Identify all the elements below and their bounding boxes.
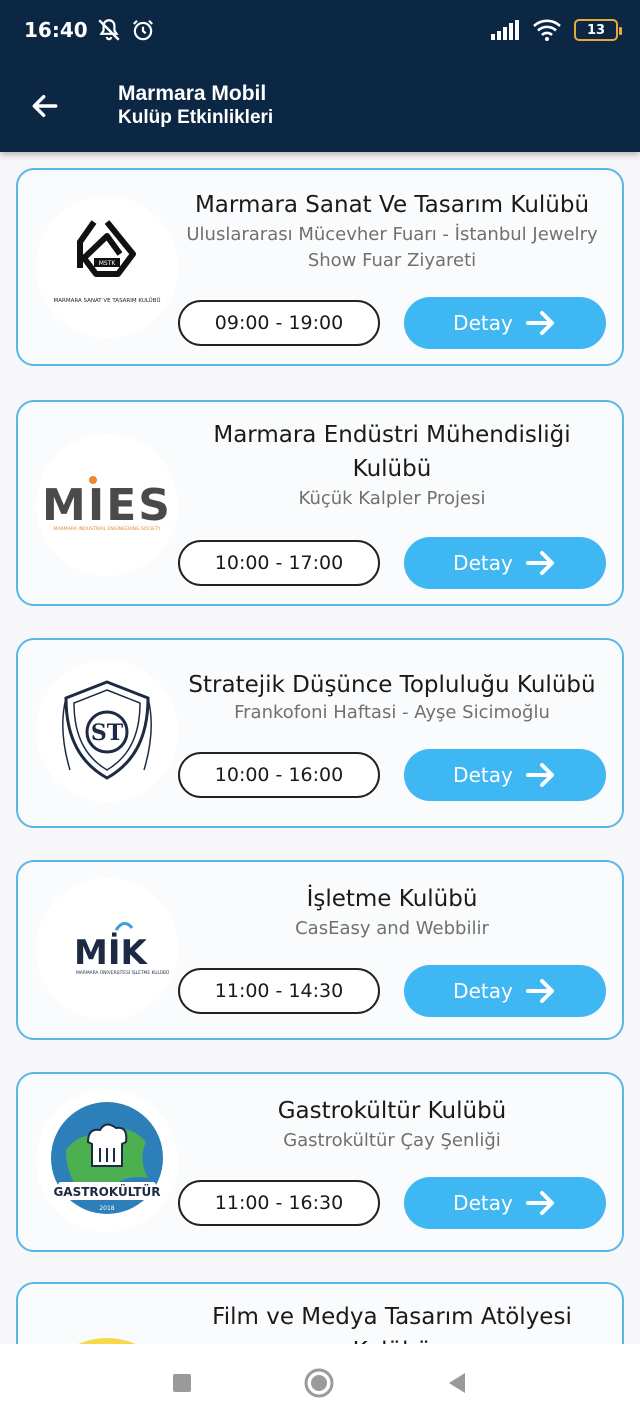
club-name: Gastrokültür Kulübü	[277, 1098, 507, 1124]
club-logo: GASTROKÜLTÜR 2018	[36, 1090, 178, 1232]
arrow-right-icon	[525, 1191, 554, 1215]
arrow-right-icon	[525, 551, 554, 575]
home-icon[interactable]	[303, 1367, 335, 1399]
battery-icon: 13	[574, 19, 622, 41]
club-name: Stratejik Düşünce Topluluğu Kulübü	[188, 672, 596, 698]
event-list[interactable]: MSTK MARMARA SANAT VE TASARIM KULÜBÜ Mar…	[0, 152, 640, 1344]
svg-text:MARMARA SANAT VE TASARIM KULÜB: MARMARA SANAT VE TASARIM KULÜBÜ	[54, 297, 161, 304]
time-range: 09:00 - 19:00	[178, 300, 380, 346]
signal-icon	[491, 20, 519, 40]
detail-button[interactable]: Detay	[404, 1177, 606, 1229]
club-logo: MIES MARMARA INDUSTRIAL ENGINEERING SOCI…	[36, 434, 178, 576]
club-name: İşletme Kulübü	[306, 886, 478, 912]
svg-text:2018: 2018	[99, 1205, 114, 1212]
event-name: Uluslararası Mücevher Fuarı - İstanbul J…	[186, 224, 598, 271]
event-name: Küçük Kalpler Projesi	[298, 488, 486, 509]
svg-text:MİK: MİK	[74, 932, 148, 973]
detail-button[interactable]: Detay	[404, 749, 606, 801]
event-name: CasEasy and Webbilir	[295, 918, 489, 939]
event-card: MIES MARMARA INDUSTRIAL ENGINEERING SOCI…	[16, 400, 624, 606]
arrow-right-icon	[525, 979, 554, 1003]
time-range: 11:00 - 16:30	[178, 1180, 380, 1226]
alarm-icon	[132, 20, 153, 41]
arrow-right-icon	[525, 763, 554, 787]
event-card: GASTROKÜLTÜR 2018 Gastrokültür Kulübü Ga…	[16, 1072, 624, 1252]
event-card: ST Stratejik Düşünce Topluluğu Kulübü Fr…	[16, 638, 624, 828]
mute-icon	[98, 19, 120, 41]
event-card: MİK MARMARA ÜNİVERSİTESİ İŞLETME KULÜBÜ …	[16, 860, 624, 1040]
back-button[interactable]	[10, 60, 80, 152]
system-nav-bar	[0, 1344, 640, 1422]
status-time: 16:40	[24, 18, 88, 42]
event-card: Film ve Medya Tasarım Atölyesi Kulübü	[16, 1282, 624, 1344]
event-card: MSTK MARMARA SANAT VE TASARIM KULÜBÜ Mar…	[16, 168, 624, 366]
time-range: 11:00 - 14:30	[178, 968, 380, 1014]
club-logo: MİK MARMARA ÜNİVERSİTESİ İŞLETME KULÜBÜ	[36, 878, 178, 1020]
club-name: Marmara Sanat Ve Tasarım Kulübü	[194, 192, 590, 218]
page-title: Marmara Mobil Kulüp Etkinlikleri	[118, 82, 274, 128]
svg-text:GASTROKÜLTÜR: GASTROKÜLTÜR	[53, 1184, 160, 1199]
time-range: 10:00 - 17:00	[178, 540, 380, 586]
club-logo: ST	[36, 660, 178, 802]
event-name: Gastrokültür Çay Şenliği	[283, 1130, 501, 1151]
detail-button[interactable]: Detay	[404, 537, 606, 589]
recents-icon[interactable]	[171, 1372, 193, 1394]
club-name: Marmara Endüstri Mühendisliği Kulübü	[213, 422, 571, 482]
app-bar: Marmara Mobil Kulüp Etkinlikleri	[0, 60, 640, 152]
arrow-right-icon	[525, 311, 554, 335]
svg-text:MARMARA ÜNİVERSİTESİ İŞLETME K: MARMARA ÜNİVERSİTESİ İŞLETME KULÜBÜ	[76, 969, 169, 976]
status-bar: 16:40 13	[0, 0, 640, 60]
wifi-icon	[533, 19, 561, 41]
back-nav-icon[interactable]	[445, 1371, 469, 1395]
battery-level: 13	[586, 22, 606, 38]
svg-text:ST: ST	[91, 720, 124, 746]
time-range: 10:00 - 16:00	[178, 752, 380, 798]
event-name: Frankofoni Haftasi - Ayşe Sicimoğlu	[234, 702, 550, 723]
arrow-left-icon	[32, 94, 58, 118]
svg-text:MARMARA INDUSTRIAL ENGINEERING: MARMARA INDUSTRIAL ENGINEERING SOCIETY	[53, 526, 160, 532]
detail-button[interactable]: Detay	[404, 965, 606, 1017]
svg-text:MSTK: MSTK	[99, 260, 117, 267]
svg-text:MIES: MIES	[42, 480, 172, 531]
club-name: Film ve Medya Tasarım Atölyesi Kulübü	[212, 1304, 572, 1344]
detail-button[interactable]: Detay	[404, 297, 606, 349]
club-logo: MSTK MARMARA SANAT VE TASARIM KULÜBÜ	[36, 196, 178, 338]
